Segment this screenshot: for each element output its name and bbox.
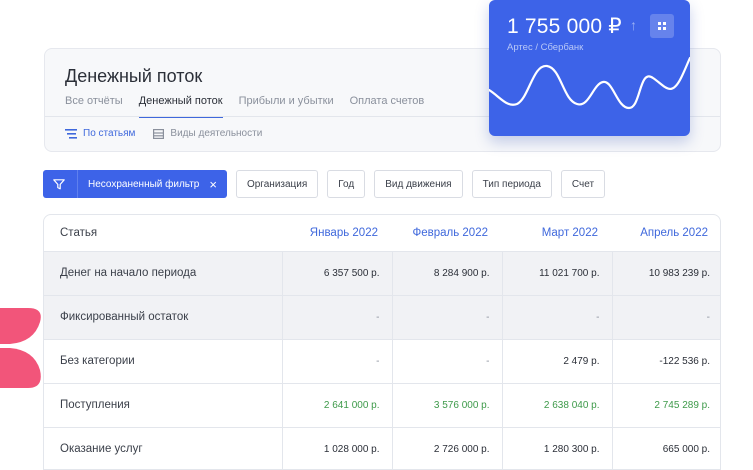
- grid-menu-button[interactable]: [650, 14, 674, 38]
- filter-movement-type[interactable]: Вид движения: [374, 170, 463, 198]
- divider: [77, 170, 78, 198]
- arrow-up-icon: ↑: [630, 17, 637, 33]
- filter-account[interactable]: Счет: [560, 170, 606, 198]
- decorative-shape: [0, 308, 41, 388]
- table-cell: -122 536 р.: [611, 338, 720, 383]
- list-icon: [65, 128, 77, 139]
- row-label: Денег на начало периода: [44, 250, 282, 295]
- subtab-by-items[interactable]: По статьям: [65, 128, 135, 139]
- tab-cash-flow[interactable]: Денежный поток: [138, 95, 223, 118]
- row-label: Поступления: [44, 382, 282, 427]
- active-filter-label: Несохраненный фильтр: [88, 178, 200, 190]
- table-cell: -: [391, 294, 502, 339]
- cash-flow-table: Статья Январь 2022 Февраль 2022 Март 202…: [43, 214, 721, 470]
- table-cell: 10 983 239 р.: [611, 250, 720, 295]
- table-cell: -: [501, 294, 612, 339]
- funnel-icon: [53, 178, 65, 189]
- report-tabs: Все отчёты Денежный поток Прибыли и убыт…: [65, 95, 424, 118]
- column-header[interactable]: Февраль 2022: [392, 215, 502, 251]
- table-cell: 2 745 289 р.: [611, 382, 720, 427]
- table-icon: [153, 128, 165, 139]
- subtab-activity-types[interactable]: Виды деятельности: [153, 128, 262, 139]
- table-cell: -: [611, 294, 720, 339]
- filter-bar: Несохраненный фильтр × Организация Год В…: [43, 170, 606, 198]
- table-cell: 6 357 500 р.: [281, 250, 392, 295]
- table-cell: -: [391, 338, 502, 383]
- column-header[interactable]: Январь 2022: [282, 215, 392, 251]
- column-header[interactable]: Март 2022: [502, 215, 612, 251]
- row-label: Без категории: [44, 338, 282, 383]
- table-row[interactable]: Поступления 2 641 000 р. 3 576 000 р. 2 …: [44, 382, 720, 427]
- page-title: Денежный поток: [65, 66, 203, 86]
- table-cell: -: [281, 338, 392, 383]
- subtab-label: Виды деятельности: [170, 128, 263, 139]
- table-row[interactable]: Без категории - - 2 479 р. -122 536 р.: [44, 338, 720, 383]
- subtab-label: По статьям: [83, 128, 136, 139]
- table-row[interactable]: Оказание услуг 1 028 000 р. 2 726 000 р.…: [44, 426, 720, 469]
- table-row[interactable]: Фиксированный остаток - - - -: [44, 294, 720, 339]
- filter-organization[interactable]: Организация: [235, 170, 319, 198]
- tab-all-reports[interactable]: Все отчёты: [65, 95, 123, 118]
- view-switcher: По статьям Виды деятельности: [65, 128, 262, 139]
- table-cell: 2 641 000 р.: [281, 382, 392, 427]
- close-icon[interactable]: ×: [209, 178, 217, 191]
- tab-profit-loss[interactable]: Прибыли и убытки: [239, 95, 334, 118]
- active-filter-button[interactable]: Несохраненный фильтр ×: [43, 170, 227, 198]
- tab-invoice-payment[interactable]: Оплата счетов: [350, 95, 425, 118]
- table-header: Статья Январь 2022 Февраль 2022 Март 202…: [44, 215, 720, 251]
- filter-period-type[interactable]: Тип периода: [471, 170, 552, 198]
- filter-year[interactable]: Год: [327, 170, 366, 198]
- table-cell: 2 726 000 р.: [391, 426, 502, 469]
- row-label: Фиксированный остаток: [44, 294, 282, 339]
- table-cell: 3 576 000 р.: [391, 382, 502, 427]
- balance-sparkline: [489, 56, 690, 110]
- table-row[interactable]: Денег на начало периода 6 357 500 р. 8 2…: [44, 250, 720, 295]
- table-cell: 665 000 р.: [611, 426, 720, 469]
- table-cell: 11 021 700 р.: [501, 250, 612, 295]
- table-cell: 1 280 300 р.: [501, 426, 612, 469]
- table-cell: -: [281, 294, 392, 339]
- column-header[interactable]: Статья: [44, 215, 282, 251]
- balance-amount: 1 755 000 ₽: [507, 15, 622, 38]
- table-cell: 2 638 040 р.: [501, 382, 612, 427]
- balance-card: 1 755 000 ₽ ↑ Артес / Сбербанк: [489, 0, 690, 136]
- row-label: Оказание услуг: [44, 426, 282, 469]
- grid-icon: [658, 22, 666, 30]
- table-cell: 1 028 000 р.: [281, 426, 392, 469]
- table-cell: 2 479 р.: [501, 338, 612, 383]
- table-cell: 8 284 900 р.: [391, 250, 502, 295]
- column-header[interactable]: Апрель 2022: [612, 215, 720, 251]
